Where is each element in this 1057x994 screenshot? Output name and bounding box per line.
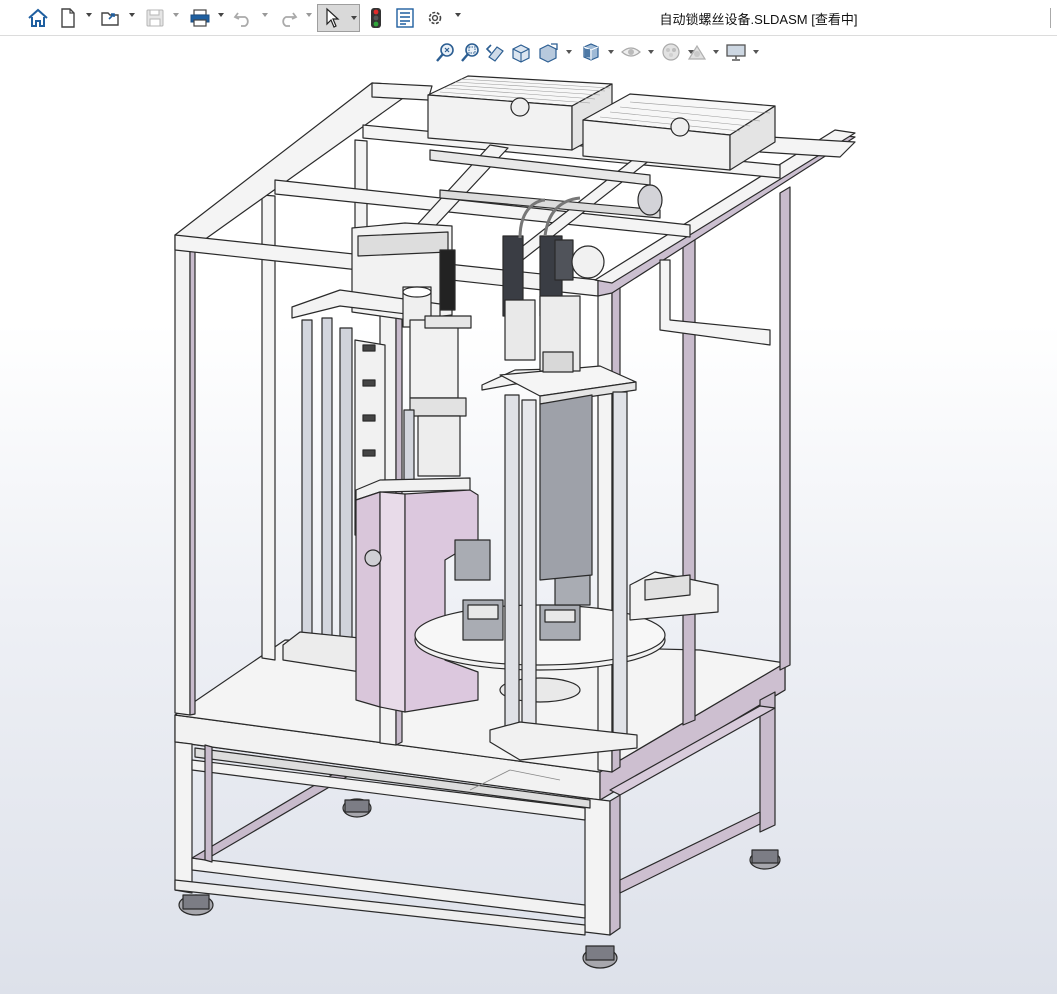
command-toolbar: 自动锁螺丝设备.SLDASM [查看中]	[0, 0, 1057, 36]
window-controls-edge	[1050, 8, 1057, 28]
assembly-model[interactable]	[0, 36, 1057, 994]
window-title: 自动锁螺丝设备.SLDASM [查看中]	[659, 12, 858, 27]
